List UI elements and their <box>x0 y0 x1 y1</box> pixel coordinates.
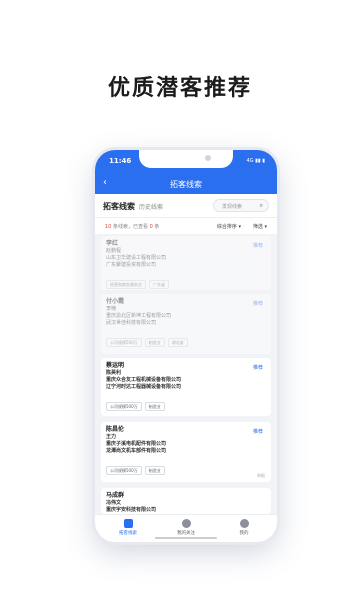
viewed-count-suffix: 条 <box>152 224 160 230</box>
lead-company-2: 武汉世佳科技有限公司 <box>106 320 157 326</box>
recommend-badge: 推荐 <box>252 365 263 371</box>
lead-company-2: 龙潭尚文机车部件有限公司 <box>106 448 167 454</box>
bottom-tab-leads[interactable]: 拓客线索 <box>103 519 153 536</box>
filter-bar: 10 条线索，已查看 0 条 综合排序 ▾ 筛选 ▾ <box>95 218 277 234</box>
promo-headline: 优质潜客推荐 <box>107 76 252 101</box>
search-placeholder: 发现线索 <box>222 204 243 210</box>
home-indicator <box>155 537 217 539</box>
lead-company: 重庆众合友工程机械设备有限公司 <box>106 377 182 383</box>
lead-company-2: 辽宁河时达工程器械设备有限公司 <box>106 384 182 390</box>
bottom-tab-follow[interactable]: 我的关注 <box>161 519 211 536</box>
recommend-badge: 推荐 <box>252 301 263 307</box>
lead-card[interactable]: 陈昌伦 王力 重庆子溪电机配件有限公司 龙潭尚文机车部件有限公司 公司规模500… <box>101 422 271 482</box>
bottom-tab-bar: 拓客线索 我的关注 我的 <box>95 514 277 542</box>
bottom-tab-follow-label: 我的关注 <box>177 531 195 536</box>
lead-tag: 公司规模500万 <box>106 466 142 475</box>
lead-contact: 李楠 <box>106 306 117 312</box>
document-icon <box>123 519 133 528</box>
recommend-badge: 推荐 <box>252 243 263 249</box>
report-link[interactable]: 举报 <box>257 473 265 479</box>
search-input[interactable]: 发现线索 ⌕ <box>213 199 269 212</box>
lead-count: 10 条线索，已查看 0 条 <box>105 223 159 230</box>
lead-name: 陈昌伦 <box>106 426 125 433</box>
lead-name: 付小霞 <box>106 298 125 305</box>
lead-card[interactable]: 蔡运明 陈昊利 重庆众合友工程机械设备有限公司 辽宁河时达工程器械设备有限公司 … <box>101 358 271 416</box>
user-icon <box>239 519 249 528</box>
lead-name: 马成群 <box>106 492 125 499</box>
recommend-badge: 推荐 <box>252 429 263 435</box>
lead-contact: 陈昊利 <box>106 370 122 376</box>
lead-contact: 冯伟文 <box>106 500 122 506</box>
lead-contact: 王力 <box>106 434 117 440</box>
lead-tag: 制造业 <box>144 338 165 347</box>
lead-card[interactable]: 李红 赵鹏程 山东卫华建设工程有限公司 广东聚建投资有限公司 经营和商务服务业广… <box>101 236 271 290</box>
tab-history[interactable]: 历史线索 <box>139 202 163 211</box>
bottom-tab-mine-label: 我的 <box>239 531 249 536</box>
camera-icon <box>205 155 211 161</box>
nav-bar: ‹ 拓客线索 <box>95 174 277 194</box>
phone-notch <box>139 150 233 168</box>
lead-name: 蔡运明 <box>106 362 125 369</box>
tab-bar: 拓客线索 历史线索 发现线索 ⌕ <box>95 194 277 218</box>
lead-company-2: 广东聚建投资有限公司 <box>106 262 157 268</box>
search-icon[interactable]: ⌕ <box>260 202 263 210</box>
lead-card[interactable]: 付小霞 李楠 重庆渝北区新坤工程有限公司 武汉世佳科技有限公司 公司规模500万… <box>101 294 271 354</box>
lead-company: 重庆宇安科技有限公司 <box>106 507 157 513</box>
lead-name: 李红 <box>106 240 119 247</box>
lead-count-text: 条线索，已查看 <box>111 224 150 230</box>
lead-tag: 制造业 <box>144 402 165 411</box>
status-time: 11:46 <box>109 157 132 165</box>
bottom-tab-mine[interactable]: 我的 <box>219 519 269 536</box>
bottom-tab-leads-label: 拓客线索 <box>119 531 137 536</box>
lead-tag: 制造业 <box>144 466 165 475</box>
lead-contact: 赵鹏程 <box>106 248 122 254</box>
lead-company: 重庆渝北区新坤工程有限公司 <box>106 313 172 319</box>
lead-tag: 经营和商务服务业 <box>106 280 146 289</box>
lead-tag: 公司规模500万 <box>106 338 142 347</box>
signal-icon: 4G ▮▮ ▮ <box>246 158 266 164</box>
lead-company: 山东卫华建设工程有限公司 <box>106 255 167 261</box>
lead-company: 重庆子溪电机配件有限公司 <box>106 441 167 447</box>
filter-dropdown[interactable]: 筛选 ▾ <box>253 223 267 230</box>
lead-tag: 公司规模500万 <box>106 402 142 411</box>
lead-card[interactable]: 马成群 冯伟文 重庆宇安科技有限公司 <box>101 488 271 514</box>
sort-dropdown[interactable]: 综合排序 ▾ <box>217 223 241 230</box>
phone-mockup: 11:46 4G ▮▮ ▮ ‹ 拓客线索 拓客线索 历史线索 发现线索 ⌕ 10… <box>95 150 277 542</box>
lead-tag: 湖北省 <box>167 338 188 347</box>
lead-tag: 广东省 <box>149 280 169 289</box>
tab-leads[interactable]: 拓客线索 <box>103 201 135 212</box>
star-icon <box>181 519 191 528</box>
page-title: 拓客线索 <box>170 180 202 189</box>
